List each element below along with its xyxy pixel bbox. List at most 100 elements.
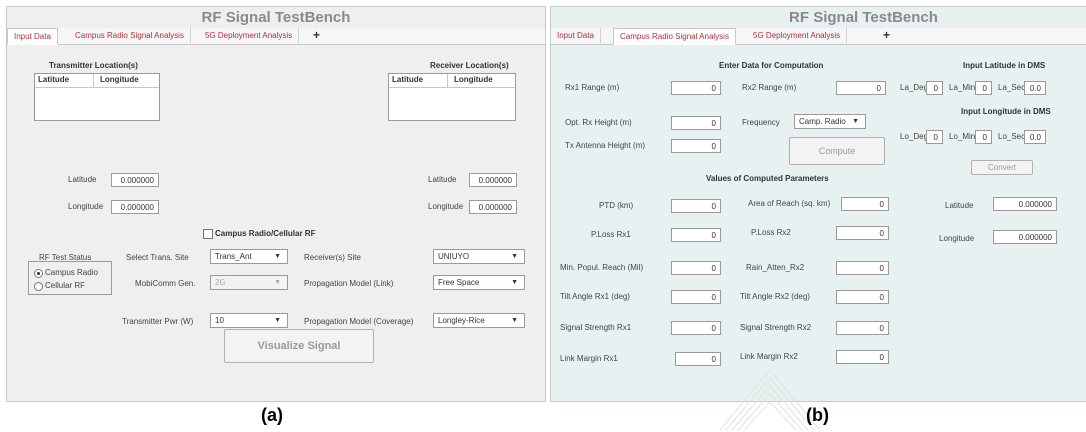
tx-latitude-label: Latitude xyxy=(68,175,97,184)
mobicomm-value: 2G xyxy=(215,278,226,287)
tab-input-data[interactable]: Input Data xyxy=(551,28,601,43)
tx-power-dropdown[interactable]: 10 ▼ xyxy=(210,313,288,328)
lo-sec-field[interactable]: 0.0 xyxy=(1024,130,1046,144)
rx2-range-label: Rx2 Range (m) xyxy=(742,83,797,92)
chevron-down-icon: ▼ xyxy=(274,317,281,324)
panel-b-campus-radio: RF Signal TestBench Input Data Campus Ra… xyxy=(550,6,1086,402)
frequency-dropdown[interactable]: Camp. Radio ▼ xyxy=(794,114,866,129)
trans-site-label: Select Trans. Site xyxy=(126,253,189,262)
chevron-down-icon: ▼ xyxy=(274,253,281,260)
trans-site-dropdown[interactable]: Trans_Ant ▼ xyxy=(210,249,288,264)
table-col-latitude: Latitude xyxy=(38,75,70,84)
ptd-field[interactable]: 0 xyxy=(671,199,721,213)
chevron-down-icon: ▼ xyxy=(511,317,518,324)
receiver-table[interactable]: Latitude Longitude xyxy=(388,73,516,121)
receiver-site-dropdown[interactable]: UNIUYO ▼ xyxy=(433,249,525,264)
convert-button[interactable]: Convert xyxy=(971,160,1033,175)
tab-5g-deployment[interactable]: 5G Deployment Analysis xyxy=(199,28,300,43)
lo-deg-field[interactable]: 0 xyxy=(926,130,943,144)
tx-antenna-height-field[interactable]: 0 xyxy=(671,139,721,153)
campus-radio-label: Campus Radio xyxy=(45,268,98,277)
la-sec-field[interactable]: 0.0 xyxy=(1024,81,1046,95)
rx-longitude-label: Longitude xyxy=(428,202,464,211)
transmitter-heading: Transmitter Location(s) xyxy=(49,61,138,70)
lo-sec-label: Lo_Sec xyxy=(998,132,1026,141)
latitude-label: Latitude xyxy=(945,201,974,210)
table-col-longitude: Longitude xyxy=(454,75,493,84)
area-reach-field[interactable]: 0 xyxy=(841,197,889,211)
campus-cellular-checkbox[interactable] xyxy=(203,229,213,239)
prop-link-label: Propagation Model (Link) xyxy=(304,279,394,288)
cellular-rf-label: Cellular RF xyxy=(45,281,86,290)
panel-a-input-data: RF Signal TestBench Input Data Campus Ra… xyxy=(6,6,546,402)
prop-coverage-label: Propagation Model (Coverage) xyxy=(304,317,414,326)
tx-power-value: 10 xyxy=(215,316,224,325)
enter-data-heading: Enter Data for Computation xyxy=(719,61,824,70)
transmitter-table[interactable]: Latitude Longitude xyxy=(34,73,160,121)
ploss-rx2-field[interactable]: 0 xyxy=(836,226,889,240)
lat-dms-heading: Input Latitude in DMS xyxy=(963,61,1046,70)
rx-latitude-label: Latitude xyxy=(428,175,457,184)
tilt-rx2-field[interactable]: 0 xyxy=(836,290,889,304)
opt-rx-height-field[interactable]: 0 xyxy=(671,116,721,130)
table-col-longitude: Longitude xyxy=(100,75,139,84)
frequency-value: Camp. Radio xyxy=(799,117,846,126)
tx-antenna-height-label: Tx Antenna Height (m) xyxy=(565,141,646,150)
tx-longitude-field[interactable]: 0.000000 xyxy=(111,200,159,214)
la-deg-label: La_Deg xyxy=(900,83,929,92)
cellular-rf-option[interactable] xyxy=(34,282,43,291)
min-popul-reach-label: Min. Popul. Reach (Mil) xyxy=(560,263,644,272)
add-tab-button[interactable]: + xyxy=(877,28,896,43)
trans-site-value: Trans_Ant xyxy=(215,252,252,261)
tx-latitude-field[interactable]: 0.000000 xyxy=(111,173,159,187)
signal-strength-rx1-field[interactable]: 0 xyxy=(671,321,721,335)
caption-a: (a) xyxy=(261,405,283,425)
visualize-signal-button[interactable]: Visualize Signal xyxy=(224,329,374,363)
lo-deg-label: Lo_Deg xyxy=(900,132,929,141)
min-popul-reach-field[interactable]: 0 xyxy=(671,261,721,275)
rx2-range-field[interactable]: 0 xyxy=(836,81,886,95)
lo-min-field[interactable]: 0 xyxy=(975,130,992,144)
rx-longitude-field[interactable]: 0.000000 xyxy=(469,200,517,214)
latitude-field[interactable]: 0.000000 xyxy=(993,197,1057,211)
rx-latitude-field[interactable]: 0.000000 xyxy=(469,173,517,187)
tab-5g-deployment[interactable]: 5G Deployment Analysis xyxy=(747,28,848,43)
ploss-rx1-field[interactable]: 0 xyxy=(671,228,721,242)
computed-params-heading: Values of Computed Parameters xyxy=(706,174,829,183)
longitude-field[interactable]: 0.000000 xyxy=(993,230,1057,244)
tilt-rx1-field[interactable]: 0 xyxy=(671,290,721,304)
signal-strength-rx2-field[interactable]: 0 xyxy=(836,321,889,335)
longitude-label: Longitude xyxy=(939,234,975,243)
chevron-down-icon: ▼ xyxy=(274,279,281,286)
ploss-rx2-label: P.Loss Rx2 xyxy=(751,228,791,237)
chevron-down-icon: ▼ xyxy=(511,253,518,260)
frequency-label: Frequency xyxy=(742,118,780,127)
tab-bar: Input Data Campus Radio Signal Analysis … xyxy=(7,28,545,45)
receiver-heading: Receiver Location(s) xyxy=(430,61,509,70)
window-title: RF Signal TestBench xyxy=(789,9,938,26)
la-deg-field[interactable]: 0 xyxy=(926,81,943,95)
compute-button[interactable]: Compute xyxy=(789,137,885,165)
signal-strength-rx1-label: Signal Strength Rx1 xyxy=(560,323,632,332)
watermark-graphic xyxy=(719,369,821,431)
tab-campus-radio[interactable]: Campus Radio Signal Analysis xyxy=(613,28,736,45)
la-min-field[interactable]: 0 xyxy=(975,81,992,95)
area-reach-label: Area of Reach (sq. km) xyxy=(748,199,831,208)
rx1-range-field[interactable]: 0 xyxy=(671,81,721,95)
add-tab-button[interactable]: + xyxy=(307,28,326,43)
link-margin-rx1-label: Link Margin Rx1 xyxy=(560,354,618,363)
window-title: RF Signal TestBench xyxy=(201,9,351,26)
signal-strength-rx2-label: Signal Strength Rx2 xyxy=(740,323,812,332)
chevron-down-icon: ▼ xyxy=(511,279,518,286)
rain-atten-field[interactable]: 0 xyxy=(836,261,889,275)
chevron-down-icon: ▼ xyxy=(852,118,859,125)
tx-longitude-label: Longitude xyxy=(68,202,104,211)
tab-campus-radio[interactable]: Campus Radio Signal Analysis xyxy=(69,28,191,43)
prop-link-dropdown[interactable]: Free Space ▼ xyxy=(433,275,525,290)
prop-coverage-dropdown[interactable]: Longley-Rice ▼ xyxy=(433,313,525,328)
caption-b: (b) xyxy=(806,405,829,425)
mobicomm-dropdown[interactable]: 2G ▼ xyxy=(210,275,288,290)
prop-link-value: Free Space xyxy=(438,278,480,287)
campus-radio-option[interactable] xyxy=(34,269,43,278)
tab-input-data[interactable]: Input Data xyxy=(7,28,58,45)
